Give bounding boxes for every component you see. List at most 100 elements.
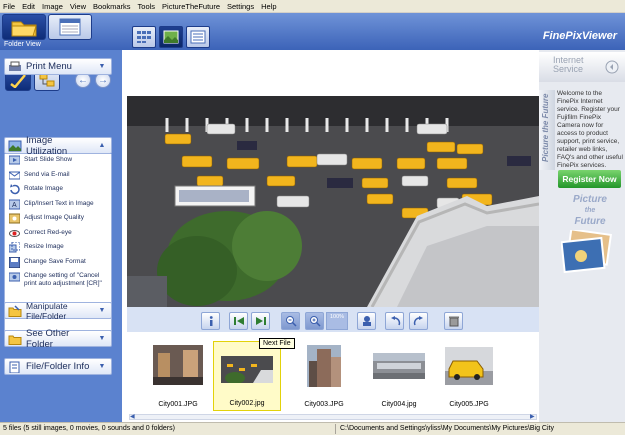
zoom-out-icon [285, 316, 297, 327]
util-correct-redeye[interactable]: Correct Red-eye [5, 227, 111, 242]
menu-picturethefuture[interactable]: PictureTheFuture [162, 2, 220, 11]
util-resize-image[interactable]: Resize Image [5, 241, 111, 256]
util-rotate-image[interactable]: Rotate Image [5, 183, 111, 198]
zoom-in-button[interactable] [305, 312, 324, 330]
trash-icon [448, 316, 459, 327]
arrow-left-icon: ← [78, 74, 88, 86]
status-bar: 5 files (5 still images, 0 movies, 0 sou… [0, 422, 625, 435]
list-view-button[interactable] [186, 26, 210, 48]
welcome-text: Welcome to the FinePix Internet service.… [557, 90, 623, 169]
thumbnail-image [373, 353, 425, 379]
thumbnail-item[interactable]: City003.JPG [290, 341, 358, 411]
folder-icon [11, 21, 37, 37]
thumbnail-strip: City001.JPG City002.jpg City003.JPG City… [127, 332, 539, 422]
register-now-button[interactable]: Register Now [558, 170, 621, 188]
next-file-button[interactable] [251, 312, 270, 330]
chevron-down-icon: ▼ [98, 335, 106, 342]
slideshow-button[interactable] [357, 312, 376, 330]
chevron-down-icon: ▼ [98, 363, 106, 370]
header-bar: Folder View FinePixViewer [0, 13, 625, 50]
util-adjust-quality[interactable]: Adjust Image Quality [5, 212, 111, 227]
util-start-slide-show[interactable]: Start Slide Show [5, 154, 111, 169]
next-icon [255, 317, 266, 325]
thumbnail-image [153, 345, 203, 385]
section-file-folder-info[interactable]: File/Folder Info ▼ [4, 358, 112, 375]
next-file-tooltip: Next File [259, 338, 295, 349]
save-format-icon [9, 256, 20, 268]
city-street-photo [127, 96, 539, 307]
rotate-left-button[interactable] [385, 312, 404, 330]
menu-help[interactable]: Help [261, 2, 276, 11]
menu-view[interactable]: View [70, 2, 86, 11]
status-file-count: 5 files (5 still images, 0 movies, 0 sou… [3, 425, 175, 432]
collapse-panel-icon[interactable] [605, 60, 619, 74]
scroll-right-icon[interactable]: ▶ [530, 414, 536, 420]
status-path: C:\Documents and Settings\yliss\My Docum… [340, 425, 554, 432]
calendar-icon [59, 18, 81, 36]
rotate-right-button[interactable] [409, 312, 428, 330]
thumbnail-item[interactable]: City005.JPG [435, 341, 503, 411]
chevron-up-icon: ▲ [98, 142, 106, 149]
clip-icon: A [9, 199, 20, 209]
zoom-out-button[interactable] [281, 312, 300, 330]
thumbnail-scrollbar[interactable]: ◀ ▶ [129, 414, 537, 420]
section-manipulate-file-folder[interactable]: Manipulate File/Folder ▼ [4, 301, 112, 321]
calendar-view-button[interactable] [48, 14, 92, 40]
internet-service-header: Internet Service [539, 52, 625, 82]
chevron-down-icon: ▼ [98, 307, 106, 314]
image-utilization-icon [8, 140, 22, 151]
rotate-right-icon [413, 316, 423, 326]
folder-view-label: Folder View [4, 41, 41, 48]
viewer-toolbar: 100% [127, 307, 539, 332]
settings-icon [9, 272, 20, 282]
section-print-menu[interactable]: Print Menu ▼ [4, 58, 112, 75]
picture-the-future-tab[interactable]: Picture the Future [539, 90, 555, 170]
section-image-utilization[interactable]: Image Utilization ▲ [4, 135, 112, 157]
menu-settings[interactable]: Settings [227, 2, 254, 11]
section-see-other-folder[interactable]: See Other Folder ▼ [4, 328, 112, 350]
thumbnail-item[interactable]: City001.JPG [144, 341, 212, 411]
folder-icon [8, 335, 22, 345]
util-send-email[interactable]: Send via E-mail [5, 169, 111, 184]
preview-view-button[interactable] [159, 26, 183, 48]
chevron-down-icon: ▼ [98, 63, 106, 70]
resize-icon [9, 242, 20, 253]
menu-bar: File Edit Image View Bookmarks Tools Pic… [0, 0, 625, 13]
svg-text:A: A [12, 202, 17, 209]
manipulate-folder-icon [8, 304, 22, 317]
thumbnail-image [221, 356, 273, 383]
redeye-icon [9, 229, 20, 237]
arrow-right-icon: → [98, 74, 108, 86]
grid-icon [137, 31, 151, 43]
scroll-left-icon[interactable]: ◀ [130, 414, 136, 420]
folder-view-button[interactable] [2, 14, 46, 40]
main-viewer: 100% City001.JPG City002.jpg City003.JPG… [127, 50, 539, 422]
image-preview-icon [163, 30, 179, 44]
rotate-left-icon [390, 316, 400, 326]
menu-bookmarks[interactable]: Bookmarks [93, 2, 131, 11]
app-brand: FinePixViewer [542, 30, 617, 42]
internet-service-panel: Internet Service Picture the Future Welc… [539, 50, 625, 422]
delete-button[interactable] [444, 312, 463, 330]
rotate-icon [10, 184, 20, 195]
menu-edit[interactable]: Edit [22, 2, 35, 11]
sample-photos-image [561, 230, 613, 274]
previous-file-button[interactable] [229, 312, 248, 330]
info-button[interactable] [201, 312, 220, 330]
email-icon [9, 171, 20, 179]
thumbnail-view-button[interactable] [132, 26, 156, 48]
util-change-save-format[interactable]: Change Save Format [5, 256, 111, 271]
thumbnail-item[interactable]: City004.jpg [365, 341, 433, 411]
list-icon [190, 30, 206, 44]
thumbnail-item-selected[interactable]: City002.jpg [213, 341, 281, 411]
thumbnail-image [445, 347, 493, 385]
menu-tools[interactable]: Tools [138, 2, 156, 11]
menu-image[interactable]: Image [42, 2, 63, 11]
preview-image[interactable] [127, 96, 539, 307]
previous-icon [233, 317, 244, 325]
util-change-setting-cancel-print[interactable]: Change setting of "Cancel print auto adj… [5, 270, 111, 294]
menu-file[interactable]: File [3, 2, 15, 11]
presenter-icon [362, 316, 371, 326]
util-clip-insert-text[interactable]: A Clip/Insert Text in Image [5, 198, 111, 213]
zoom-100-button[interactable]: 100% [326, 312, 348, 330]
